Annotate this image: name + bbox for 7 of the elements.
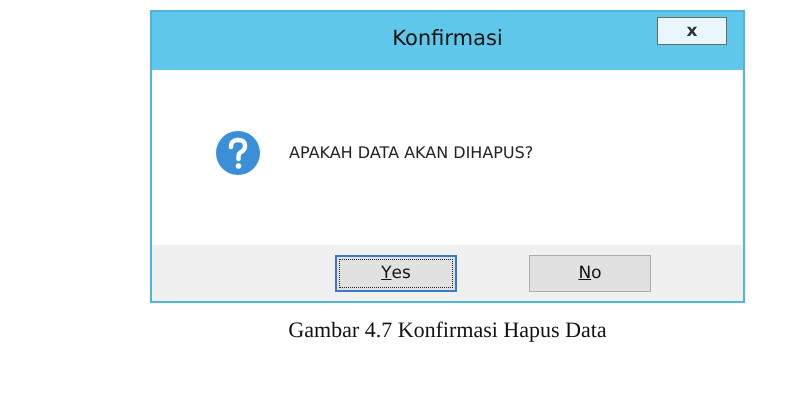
window-title: Konfirmasi bbox=[392, 26, 503, 50]
question-icon bbox=[215, 130, 261, 176]
figure-caption: Gambar 4.7 Konfirmasi Hapus Data bbox=[287, 317, 608, 343]
message-text: APAKAH DATA AKAN DIHAPUS? bbox=[289, 143, 534, 162]
dialog-button[interactable]: Yes bbox=[335, 254, 457, 292]
close-button[interactable]: x bbox=[657, 17, 727, 45]
dialog-button[interactable]: No bbox=[529, 254, 651, 292]
